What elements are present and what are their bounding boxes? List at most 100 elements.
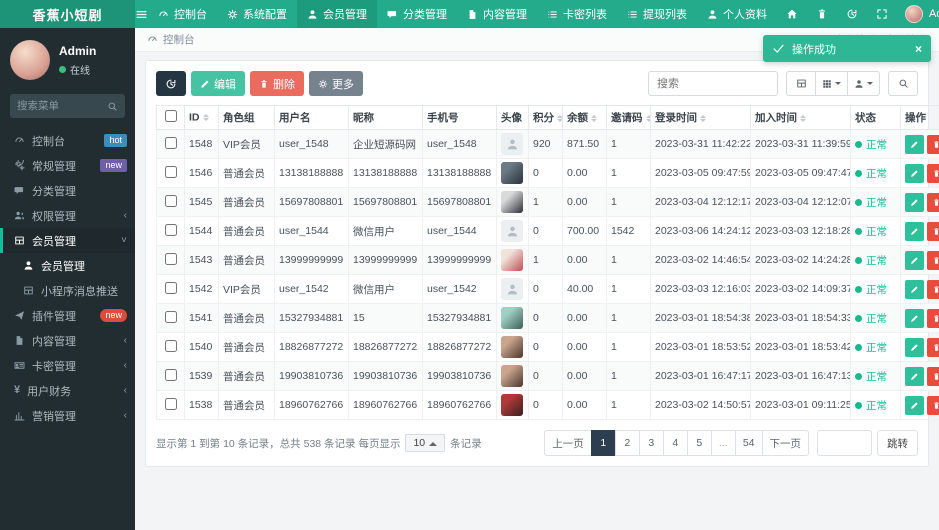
pencil-icon: [911, 227, 918, 235]
brand-logo[interactable]: 香蕉小短剧: [0, 0, 135, 28]
toast-close-icon[interactable]: ×: [915, 42, 922, 56]
page-button-4[interactable]: 4: [662, 430, 688, 456]
row-delete-button[interactable]: [927, 308, 939, 328]
sidebar-toggle-button[interactable]: [135, 0, 148, 28]
column-header-balance[interactable]: 余额: [562, 105, 607, 130]
row-delete-button[interactable]: [927, 134, 939, 154]
row-delete-button[interactable]: [927, 250, 939, 270]
sidebar-item-member-manage[interactable]: 会员管理 ˅: [0, 228, 135, 253]
list-icon: [548, 10, 557, 18]
row-delete-button[interactable]: [927, 395, 939, 415]
row-checkbox[interactable]: [164, 368, 177, 381]
column-header-id[interactable]: ID: [184, 105, 219, 130]
sidebar-item-general-manage[interactable]: 常规管理 new: [0, 153, 135, 178]
prev-page-button[interactable]: 上一页: [544, 430, 592, 456]
clean-timer-button[interactable]: [837, 0, 867, 28]
page-jump-button[interactable]: 跳转: [877, 430, 918, 456]
row-checkbox[interactable]: [164, 252, 177, 265]
status-dot-icon: [855, 256, 862, 264]
breadcrumb[interactable]: 控制台: [147, 32, 195, 47]
sidebar-item-card-manage[interactable]: 卡密管理 ‹: [0, 353, 135, 378]
row-edit-button[interactable]: [905, 192, 924, 212]
row-checkbox[interactable]: [164, 223, 177, 236]
row-edit-button[interactable]: [905, 134, 924, 154]
search-icon[interactable]: [107, 101, 118, 112]
nav-item-card-list[interactable]: 卡密列表: [537, 0, 617, 28]
sidebar-item-marketing-manage[interactable]: 营销管理 ‹: [0, 403, 135, 428]
nav-item-profile[interactable]: 个人资料: [697, 0, 777, 28]
edit-button[interactable]: 编辑: [191, 71, 245, 96]
row-delete-button[interactable]: [927, 221, 939, 241]
column-header-points[interactable]: 积分: [528, 105, 563, 130]
sidebar-item-miniapp-push[interactable]: 小程序消息推送: [0, 278, 135, 303]
nav-item-system-config[interactable]: 系统配置: [217, 0, 297, 28]
cell-phone: user_1544: [422, 216, 497, 246]
row-edit-button[interactable]: [905, 221, 924, 241]
page-button-1[interactable]: 1: [590, 430, 616, 456]
delete-button[interactable]: 删除: [250, 71, 304, 96]
nav-item-dashboard[interactable]: 控制台: [148, 0, 217, 28]
select-all-checkbox[interactable]: [164, 110, 177, 122]
cell-points: 920: [528, 129, 563, 159]
columns-button[interactable]: [815, 71, 848, 96]
row-edit-button[interactable]: [905, 366, 924, 386]
row-edit-button[interactable]: [905, 337, 924, 357]
row-checkbox[interactable]: [164, 339, 177, 352]
cell-ops: [900, 216, 939, 246]
row-edit-button[interactable]: [905, 308, 924, 328]
page-button-54[interactable]: 54: [734, 430, 763, 456]
row-select-cell: [156, 303, 185, 333]
column-header-join_time[interactable]: 加入时间: [750, 105, 851, 130]
row-edit-button[interactable]: [905, 250, 924, 270]
row-edit-button[interactable]: [905, 163, 924, 183]
row-checkbox[interactable]: [164, 165, 177, 178]
sidebar-item-category-manage[interactable]: 分类管理: [0, 178, 135, 203]
toolbar-right: [648, 71, 918, 96]
clear-cache-button[interactable]: [807, 0, 837, 28]
home-button[interactable]: [777, 0, 807, 28]
page-jump-input[interactable]: [817, 430, 872, 456]
sidebar-item-content-manage[interactable]: 内容管理 ‹: [0, 328, 135, 353]
more-button[interactable]: 更多: [309, 71, 363, 96]
sidebar-item-plugin-manage[interactable]: 插件管理 new: [0, 303, 135, 328]
row-delete-button[interactable]: [927, 192, 939, 212]
row-checkbox[interactable]: [164, 281, 177, 294]
row-checkbox[interactable]: [164, 397, 177, 410]
toggle-view-button[interactable]: [786, 71, 816, 96]
table-search-input[interactable]: [648, 71, 778, 96]
export-button[interactable]: [847, 71, 880, 96]
row-delete-button[interactable]: [927, 279, 939, 299]
row-checkbox[interactable]: [164, 136, 177, 149]
sidebar-item-user-finance[interactable]: ¥ 用户财务 ‹: [0, 378, 135, 403]
page-size-select[interactable]: 10: [405, 434, 446, 452]
nav-item-content-manage[interactable]: 内容管理: [457, 0, 537, 28]
page-button-5[interactable]: 5: [686, 430, 712, 456]
menu-search-input[interactable]: [17, 100, 107, 112]
row-edit-button[interactable]: [905, 279, 924, 299]
nav-item-category-manage[interactable]: 分类管理: [377, 0, 457, 28]
row-checkbox[interactable]: [164, 310, 177, 323]
search-toggle-button[interactable]: [888, 71, 918, 96]
row-select-cell: [156, 274, 185, 304]
row-checkbox[interactable]: [164, 194, 177, 207]
column-header-invite[interactable]: 邀请码: [606, 105, 651, 130]
fullscreen-button[interactable]: [867, 0, 897, 28]
sidebar-item-auth-manage[interactable]: 权限管理 ‹: [0, 203, 135, 228]
sidebar-item-console[interactable]: 控制台 hot: [0, 128, 135, 153]
row-delete-button[interactable]: [927, 163, 939, 183]
page-button-2[interactable]: 2: [614, 430, 640, 456]
user-avatar[interactable]: [10, 40, 50, 80]
nav-item-withdraw-list[interactable]: 提现列表: [617, 0, 697, 28]
row-edit-button[interactable]: [905, 395, 924, 415]
sidebar-item-member-list[interactable]: 会员管理: [0, 253, 135, 278]
cell-points: 1: [528, 187, 563, 217]
refresh-button[interactable]: [156, 71, 186, 96]
page-button-3[interactable]: 3: [638, 430, 664, 456]
column-header-login_time[interactable]: 登录时间: [650, 105, 751, 130]
row-delete-button[interactable]: [927, 366, 939, 386]
nav-item-member-manage[interactable]: 会员管理: [297, 0, 377, 28]
nav-user-menu[interactable]: Admin: [897, 5, 939, 23]
column-label: 用户名: [279, 112, 311, 124]
next-page-button[interactable]: 下一页: [761, 430, 809, 456]
row-delete-button[interactable]: [927, 337, 939, 357]
